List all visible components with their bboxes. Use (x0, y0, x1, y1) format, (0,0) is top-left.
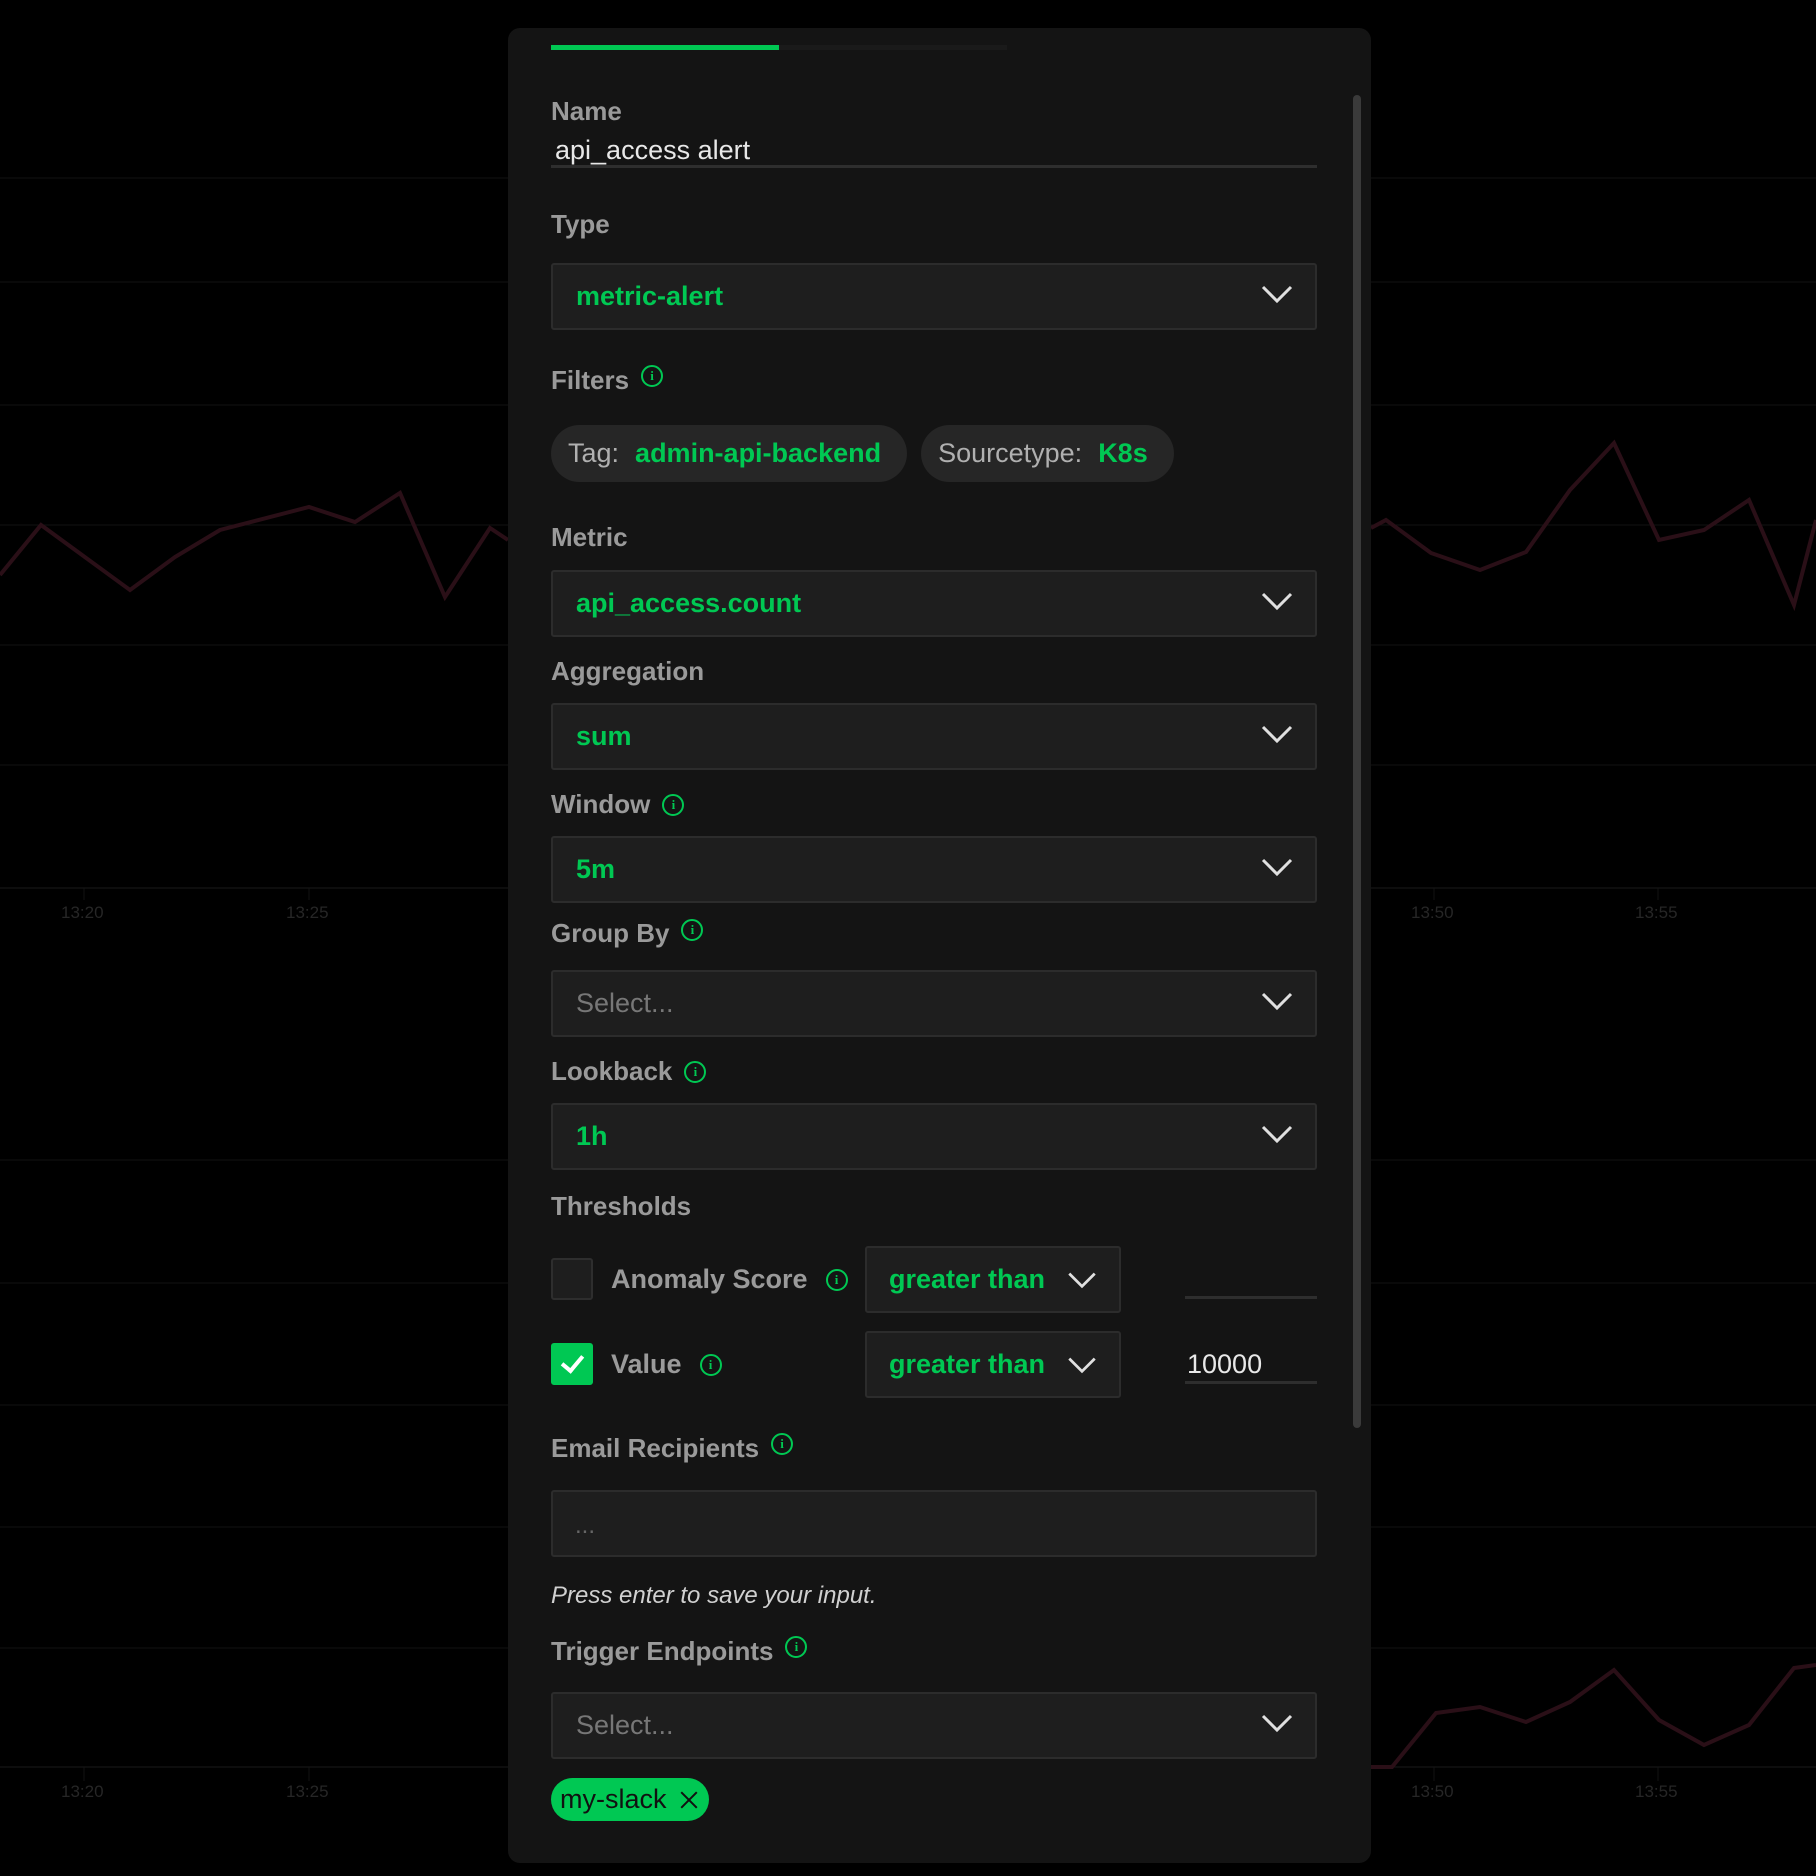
name-input[interactable]: api_access alert (551, 128, 1317, 168)
trigger-endpoints-placeholder: Select... (576, 1710, 674, 1740)
info-icon[interactable]: i (825, 1268, 848, 1291)
chevron-down-icon (1261, 592, 1293, 611)
value-checkbox[interactable] (551, 1343, 593, 1385)
x-tick-label: 13:25 (286, 1782, 329, 1801)
scrollbar-thumb[interactable] (1353, 95, 1361, 1428)
chevron-down-icon (1261, 1714, 1293, 1733)
anomaly-score-threshold-input[interactable] (1185, 1246, 1317, 1299)
x-tick-label: 13:50 (1411, 903, 1454, 922)
info-icon[interactable]: i (785, 1635, 808, 1658)
chevron-down-icon (1068, 1357, 1096, 1374)
type-label-text: Type (551, 209, 610, 239)
group-by-select[interactable]: Select... (551, 970, 1317, 1037)
aggregation-select-value: sum (576, 721, 632, 751)
filter-chip-tag[interactable]: Tag: admin-api-backend (551, 425, 908, 482)
type-label: Type (551, 209, 610, 240)
threshold-row-value: Value i greater than 10000 (551, 1331, 1317, 1398)
trigger-endpoints-select[interactable]: Select... (551, 1692, 1317, 1759)
x-tick-label: 13:55 (1635, 903, 1678, 922)
close-icon[interactable] (679, 1790, 699, 1810)
x-tick-label: 13:55 (1635, 1782, 1678, 1801)
anomaly-score-comparator-select[interactable]: greater than (865, 1246, 1121, 1313)
metric-select[interactable]: api_access.count (551, 570, 1317, 637)
filter-chip-key: Tag: (568, 438, 620, 468)
chevron-down-icon (1261, 858, 1293, 877)
x-tick-label: 13:20 (61, 903, 104, 922)
email-input-hint: Press enter to save your input. (551, 1582, 877, 1609)
window-label: Window i (551, 789, 685, 820)
value-threshold-input[interactable]: 10000 (1185, 1331, 1317, 1384)
email-recipients-label: Email Recipients i (551, 1432, 794, 1464)
step-progress-fill (551, 45, 779, 50)
filter-chip-value: admin-api-backend (635, 438, 882, 468)
filter-chip-key: Sourcetype: (938, 438, 1083, 468)
threshold-row-label: Value i (611, 1331, 722, 1398)
thresholds-label-text: Thresholds (551, 1191, 692, 1221)
metric-label-text: Metric (551, 522, 628, 552)
lookback-label: Lookback i (551, 1056, 707, 1087)
trigger-endpoints-label: Trigger Endpoints i (551, 1635, 808, 1667)
comparator-value: greater than (889, 1264, 1046, 1294)
window-label-text: Window (551, 789, 651, 819)
threshold-row-anomaly-score: Anomaly Score i greater than (551, 1246, 1317, 1313)
group-by-select-placeholder: Select... (576, 988, 674, 1018)
lookback-select[interactable]: 1h (551, 1103, 1317, 1170)
value-comparator-select[interactable]: greater than (865, 1331, 1121, 1398)
thresholds-label: Thresholds (551, 1191, 691, 1222)
info-icon[interactable]: i (771, 1432, 794, 1455)
x-tick-label: 13:20 (61, 1782, 104, 1801)
filter-chip-sourcetype[interactable]: Sourcetype: K8s (921, 425, 1174, 482)
lookback-label-text: Lookback (551, 1056, 673, 1086)
background-series-line (0, 490, 510, 602)
chevron-down-icon (1261, 285, 1293, 304)
info-icon[interactable]: i (681, 918, 704, 941)
chevron-down-icon (1261, 1125, 1293, 1144)
step-progress-bar (551, 45, 1007, 50)
info-icon[interactable]: i (684, 1060, 707, 1083)
filters-label: Filters i (551, 364, 664, 396)
x-tick-label: 13:25 (286, 903, 329, 922)
metric-select-value: api_access.count (576, 588, 802, 618)
threshold-row-label-text: Anomaly Score (611, 1264, 808, 1294)
name-label-text: Name (551, 96, 622, 126)
info-icon[interactable]: i (662, 793, 685, 816)
chevron-down-icon (1261, 725, 1293, 744)
info-icon[interactable]: i (699, 1353, 722, 1376)
type-select-value: metric-alert (576, 281, 724, 311)
aggregation-label: Aggregation (551, 656, 704, 687)
threshold-row-label: Anomaly Score i (611, 1246, 848, 1313)
filter-chips: Tag: admin-api-backend Sourcetype: K8s (551, 425, 1174, 482)
background-series-line (1370, 439, 1816, 612)
email-recipients-input[interactable]: ... (551, 1490, 1317, 1557)
window-select[interactable]: 5m (551, 836, 1317, 903)
group-by-label-text: Group By (551, 918, 670, 948)
metric-label: Metric (551, 522, 628, 553)
alert-form-modal: Name api_access alert Type metric-alert … (508, 28, 1371, 1863)
filters-label-text: Filters (551, 365, 630, 395)
aggregation-label-text: Aggregation (551, 656, 705, 686)
anomaly-score-checkbox[interactable] (551, 1258, 593, 1300)
selected-endpoint-tag: my-slack (551, 1778, 709, 1821)
threshold-row-label-text: Value (611, 1349, 682, 1379)
group-by-label: Group By i (551, 918, 704, 949)
email-recipients-label-text: Email Recipients (551, 1433, 760, 1463)
info-icon[interactable]: i (641, 364, 664, 387)
type-select[interactable]: metric-alert (551, 263, 1317, 330)
lookback-select-value: 1h (576, 1121, 608, 1151)
chevron-down-icon (1261, 992, 1293, 1011)
window-select-value: 5m (576, 854, 616, 884)
trigger-endpoints-label-text: Trigger Endpoints (551, 1636, 774, 1666)
comparator-value: greater than (889, 1349, 1046, 1379)
selected-endpoint-label: my-slack (560, 1784, 667, 1814)
background-series-line (1371, 1663, 1816, 1769)
x-tick-label: 13:50 (1411, 1782, 1454, 1801)
filter-chip-value: K8s (1098, 438, 1148, 468)
name-label: Name (551, 96, 622, 127)
chevron-down-icon (1068, 1272, 1096, 1289)
aggregation-select[interactable]: sum (551, 703, 1317, 770)
